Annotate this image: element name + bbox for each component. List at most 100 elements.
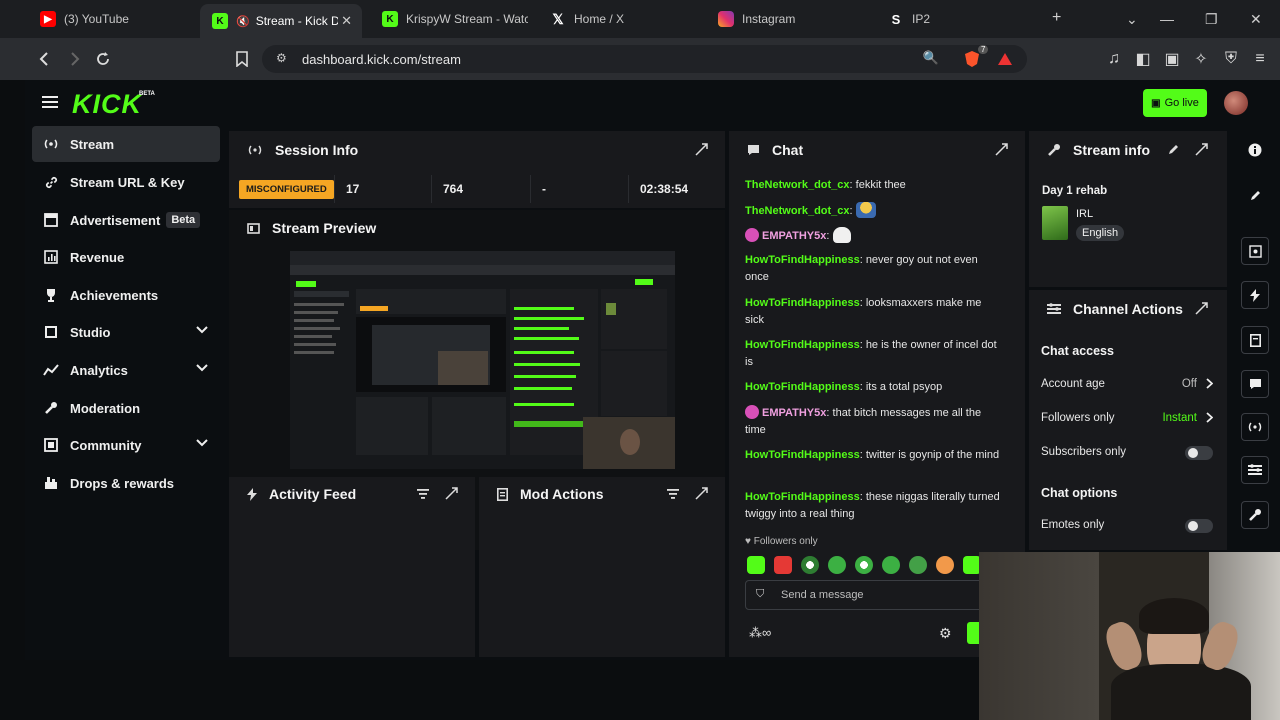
sidebar-item-drops[interactable]: Drops & rewards	[32, 465, 220, 501]
wallet-icon[interactable]: ▣	[1162, 49, 1182, 69]
wrench-icon	[1047, 143, 1061, 157]
sidebar-item-advertisement[interactable]: Advertisement Beta	[32, 202, 220, 238]
close-window-icon[interactable]: ✕	[1250, 11, 1262, 28]
emote-icon[interactable]	[909, 556, 927, 574]
sidebar-item-stream[interactable]: Stream	[32, 126, 220, 162]
chat-username[interactable]: HowToFindHappiness	[745, 449, 860, 461]
sidebar-item-achievements[interactable]: Achievements	[32, 277, 220, 313]
category-thumbnail	[1042, 206, 1068, 240]
sidebar-toggle-icon[interactable]: ◧	[1133, 49, 1153, 69]
tab-youtube[interactable]: ▶ (3) YouTube	[28, 0, 198, 38]
filter-icon[interactable]	[667, 488, 679, 499]
avatar[interactable]	[1224, 91, 1248, 115]
sidebar-item-revenue[interactable]: Revenue	[32, 239, 220, 275]
info-icon[interactable]	[1241, 136, 1269, 164]
maximize-icon[interactable]: ❐	[1205, 11, 1218, 28]
analytics-icon	[43, 362, 59, 378]
emote-icon[interactable]	[855, 556, 873, 574]
popout-icon[interactable]	[995, 143, 1008, 156]
lightning-icon[interactable]	[1241, 281, 1269, 309]
sidebar-item-analytics[interactable]: Analytics	[32, 352, 220, 388]
chat-username[interactable]: EMPATHY5x	[762, 230, 826, 242]
new-tab-icon[interactable]: +	[1052, 9, 1061, 27]
browser-tab-bar: ▶ (3) YouTube K 🔇 Stream - Kick Dashboar…	[0, 0, 1280, 38]
menu-icon[interactable]: ≡	[1250, 49, 1270, 69]
emotes-only-toggle[interactable]	[1185, 519, 1213, 533]
chat-username[interactable]: EMPATHY5x	[762, 407, 826, 419]
tab-krispyw[interactable]: K KrispyW Stream - Watch	[370, 0, 530, 38]
emote-icon[interactable]	[936, 556, 954, 574]
url-field[interactable]: ⚙ dashboard.kick.com/stream 🔍	[262, 45, 1027, 73]
popout-icon[interactable]	[1195, 143, 1208, 156]
tab-ip2[interactable]: S IP2	[876, 0, 1036, 38]
chat-message: HowToFindHappiness: these niggas literal…	[745, 491, 1000, 520]
hamburger-icon[interactable]	[42, 95, 58, 109]
document-icon[interactable]	[1241, 326, 1269, 354]
pencil-icon[interactable]	[1241, 181, 1269, 209]
subscribers-only-toggle[interactable]	[1185, 446, 1213, 460]
chevron-down-icon[interactable]	[196, 326, 208, 334]
gear-icon[interactable]: ⚙	[939, 625, 952, 642]
brave-rewards-icon[interactable]	[995, 49, 1015, 69]
muted-icon[interactable]: 🔇	[236, 15, 250, 28]
broadcast-icon[interactable]	[1241, 413, 1269, 441]
sliders-icon[interactable]	[1241, 456, 1269, 484]
stream-preview-video[interactable]	[290, 251, 675, 469]
tab-instagram[interactable]: Instagram	[706, 0, 866, 38]
scan-icon[interactable]	[1241, 237, 1269, 265]
emote-icon[interactable]	[828, 556, 846, 574]
reload-icon[interactable]	[93, 49, 113, 69]
chat-username[interactable]: HowToFindHappiness	[745, 339, 860, 351]
tab-x[interactable]: 𝕏 Home / X	[538, 0, 698, 38]
session-info-panel: Session Info MISCONFIGURED 17 764 - 02:3…	[229, 131, 725, 208]
popout-icon[interactable]	[1195, 302, 1208, 315]
site-settings-icon[interactable]: ⚙	[276, 51, 287, 65]
sidebar-item-moderation[interactable]: Moderation	[32, 390, 220, 426]
popout-icon[interactable]	[695, 487, 708, 500]
followers-only-row[interactable]: Followers only Instant	[1041, 412, 1213, 424]
chevron-down-icon[interactable]	[196, 439, 208, 447]
chat-username[interactable]: HowToFindHappiness	[745, 381, 860, 393]
infinity-icon[interactable]: ⁂∞	[749, 625, 771, 641]
chat-input[interactable]: ⛉ Send a message	[745, 580, 1007, 610]
kick-icon: ▣	[1151, 97, 1161, 109]
chat-username[interactable]: TheNetwork_dot_cx	[745, 205, 850, 217]
chat-username[interactable]: HowToFindHappiness	[745, 297, 860, 309]
sidebar-item-stream-url[interactable]: Stream URL & Key	[32, 164, 220, 200]
tab-kick-dashboard[interactable]: K 🔇 Stream - Kick Dashboard ✕	[200, 4, 362, 38]
forward-icon[interactable]	[64, 49, 84, 69]
vpn-icon[interactable]: ⛨	[1221, 49, 1241, 69]
emote-icon[interactable]	[882, 556, 900, 574]
chevron-down-icon[interactable]	[196, 364, 208, 372]
kick-logo[interactable]: KICK	[72, 89, 142, 120]
media-icon[interactable]: ♫	[1104, 49, 1124, 69]
chat-username[interactable]: HowToFindHappiness	[745, 491, 860, 503]
minimize-icon[interactable]: —	[1160, 11, 1174, 27]
leo-ai-icon[interactable]: ✧	[1191, 49, 1211, 69]
go-live-button[interactable]: ▣ Go live	[1143, 89, 1207, 117]
chat-username[interactable]: TheNetwork_dot_cx	[745, 179, 850, 191]
emote-icon[interactable]	[801, 556, 819, 574]
filter-icon[interactable]	[417, 488, 429, 499]
wrench-icon[interactable]	[1241, 501, 1269, 529]
back-icon[interactable]	[35, 49, 55, 69]
chat-icon[interactable]	[1241, 370, 1269, 398]
chat-username[interactable]: HowToFindHappiness	[745, 254, 860, 266]
bookmark-icon[interactable]	[232, 49, 252, 69]
popout-icon[interactable]	[445, 487, 458, 500]
sidebar-item-label: Advertisement	[70, 212, 161, 228]
sidebar-item-studio[interactable]: Studio	[32, 314, 220, 350]
sidebar-item-label: Community	[70, 437, 142, 453]
close-tab-icon[interactable]: ✕	[341, 13, 352, 29]
sidebar-item-community[interactable]: Community	[32, 427, 220, 463]
chevron-down-icon[interactable]: ⌄	[1126, 11, 1138, 28]
popout-icon[interactable]	[695, 143, 708, 156]
emote-icon[interactable]	[774, 556, 792, 574]
followers-only-value: Instant	[1162, 412, 1197, 424]
sidebar-item-label: Revenue	[70, 249, 125, 265]
account-age-row[interactable]: Account age Off	[1041, 378, 1213, 390]
zoom-icon[interactable]: 🔍	[923, 50, 939, 66]
emote-icon[interactable]	[747, 556, 765, 574]
edit-icon[interactable]	[1167, 143, 1180, 156]
logo-beta-badge: BETA	[139, 91, 155, 97]
